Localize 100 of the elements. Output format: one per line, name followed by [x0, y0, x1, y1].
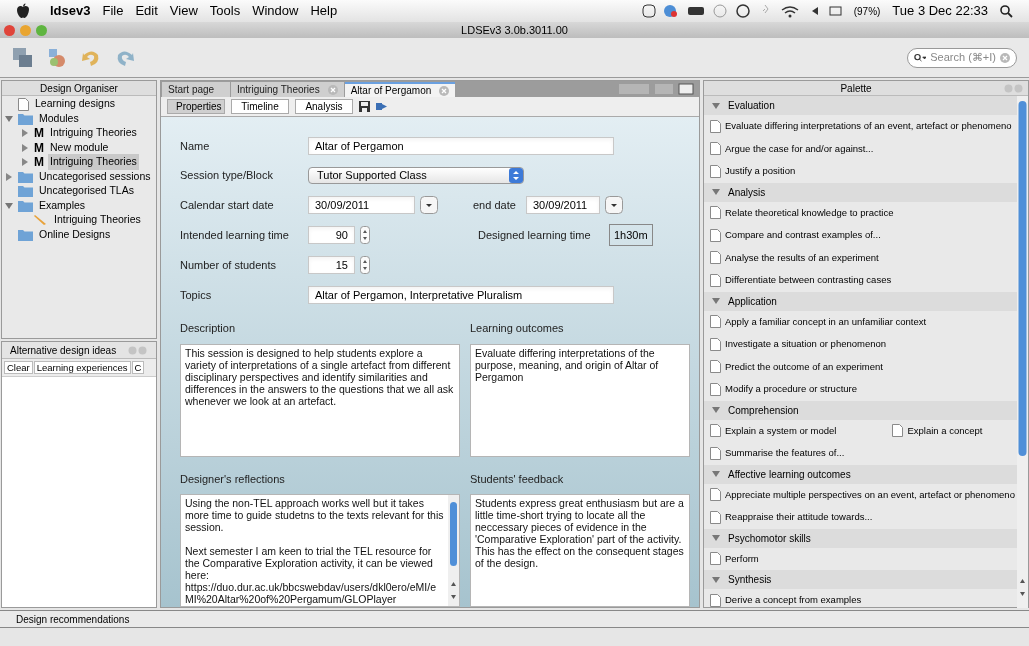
- app-menu[interactable]: ldsev3: [50, 1, 91, 21]
- document-icon: [710, 337, 721, 351]
- text-field[interactable]: Altar of Pergamon: [308, 137, 614, 155]
- close-window-button[interactable]: [4, 24, 15, 36]
- palette-item[interactable]: Investigate a situation or phenomenon: [725, 337, 887, 352]
- menu-item[interactable]: Edit: [135, 1, 158, 21]
- palette-group-header[interactable]: Affective learning outcomes: [704, 464, 1017, 484]
- collapsed-triangle-icon[interactable]: [21, 129, 29, 138]
- palette-group-header[interactable]: Evaluation: [704, 96, 1017, 115]
- number-field[interactable]: 90: [308, 226, 355, 244]
- palette-group-header[interactable]: Comprehension: [704, 400, 1017, 420]
- number-field[interactable]: 15: [308, 256, 355, 274]
- palette-item[interactable]: Modify a procedure or structure: [725, 382, 857, 397]
- view-tab[interactable]: Analysis: [295, 99, 353, 114]
- text-area[interactable]: This session is designed to help students explore a variety of interpretations of a single artefact from different disciplinary perspectives and identify similarities and differences in the answers to the questions that we all ask whenever we look at an artefact.: [181, 344, 459, 456]
- zoom-window-button[interactable]: [36, 24, 47, 36]
- filter-tab[interactable]: Learning experiences: [33, 361, 131, 374]
- document-tab[interactable]: Altar of Pergamon: [344, 82, 456, 97]
- palette-item[interactable]: Justify a position: [725, 164, 796, 179]
- tree-item[interactable]: Intriguing Theories: [48, 154, 139, 171]
- spinner-icon[interactable]: [360, 226, 370, 244]
- status-menu-icons-drawing[interactable]: [641, 4, 842, 18]
- tree-item[interactable]: Modules: [37, 110, 81, 127]
- tree-item[interactable]: Intriguing Theories: [52, 212, 143, 229]
- palette-item[interactable]: Reappraise their attitude towards...: [725, 510, 873, 525]
- menu-item[interactable]: File: [102, 1, 124, 21]
- text-field[interactable]: Altar of Pergamon, Interpretative Pluralism: [308, 286, 614, 304]
- palette-item[interactable]: Evaluate differing interpretations of an event, artefact or phenomeno: [725, 119, 1012, 134]
- menu-item[interactable]: Tools: [209, 1, 241, 21]
- palette-group-header[interactable]: Application: [704, 291, 1017, 311]
- document-tab[interactable]: Start page: [162, 82, 230, 97]
- save-icon[interactable]: [359, 101, 370, 112]
- document-icon: [710, 228, 721, 242]
- palette-group-header[interactable]: Synthesis: [704, 570, 1017, 589]
- view-tab[interactable]: Timeline: [231, 99, 289, 114]
- search-icon[interactable]: [1000, 4, 1013, 18]
- export-icon[interactable]: [376, 102, 387, 111]
- filter-tab[interactable]: Clear: [4, 361, 33, 374]
- menu-clock: Tue 3 Dec 22:33: [892, 2, 988, 21]
- palette-item[interactable]: Predict the outcome of an experiment: [725, 359, 883, 374]
- tab-navigation-icon[interactable]: [619, 83, 695, 95]
- palette-item[interactable]: Relate theoretical knowledge to practice: [725, 205, 894, 220]
- expanded-triangle-icon[interactable]: [712, 575, 720, 584]
- menu-item[interactable]: View: [169, 1, 198, 21]
- palette-group-header[interactable]: Psychomotor skills: [704, 528, 1017, 548]
- windows-icon[interactable]: [12, 46, 34, 69]
- collapsed-triangle-icon[interactable]: [21, 143, 29, 152]
- puzzle-pieces-icon[interactable]: [46, 46, 68, 69]
- expanded-triangle-icon[interactable]: [712, 534, 720, 542]
- text-area[interactable]: Evaluate differing interpretations of the purpose, meaning, and origin of Altar of Pergamon: [471, 344, 689, 456]
- date-field[interactable]: 30/09/2011: [526, 196, 600, 214]
- tree-item[interactable]: Examples: [37, 197, 88, 214]
- apple-icon[interactable]: [16, 3, 30, 19]
- tab-close-icon[interactable]: [439, 85, 450, 96]
- date-field[interactable]: 30/09/2011: [308, 196, 415, 214]
- session-type-dropdown[interactable]: Tutor Supported Class: [308, 167, 524, 184]
- palette-group-header[interactable]: Analysis: [704, 182, 1017, 202]
- palette-item[interactable]: Perform: [725, 551, 759, 566]
- search-field[interactable]: Search (⌘+I): [907, 47, 1017, 68]
- tree-item[interactable]: New module: [48, 139, 111, 156]
- spinner-icon[interactable]: [360, 256, 370, 274]
- menu-item[interactable]: Window: [252, 1, 299, 21]
- tree-item[interactable]: Online Designs: [37, 226, 113, 243]
- scrollbar-drawing[interactable]: [1017, 96, 1028, 608]
- pencil-icon: [34, 214, 48, 227]
- field-label: end date: [473, 197, 517, 213]
- tree-item[interactable]: Uncategorised sessions: [37, 168, 153, 185]
- tab-close-icon[interactable]: [327, 84, 338, 95]
- palette-item[interactable]: Explain a concept: [907, 423, 983, 438]
- date-picker-button[interactable]: [420, 196, 438, 214]
- tree-item[interactable]: Intriguing Theories: [48, 125, 139, 142]
- palette-item[interactable]: Apply a familiar concept in an unfamiliar context: [725, 314, 927, 329]
- menu-item[interactable]: Help: [310, 1, 338, 21]
- date-picker-button[interactable]: [605, 196, 623, 214]
- filter-tab[interactable]: C: [131, 361, 145, 374]
- document-tab[interactable]: Intriguing Theories: [231, 82, 344, 97]
- palette-item[interactable]: Appreciate multiple perspectives on an event, artefact or phenomeno: [725, 487, 1015, 502]
- palette-item[interactable]: Differentiate between contrasting cases: [725, 273, 892, 288]
- scrollbar-drawing[interactable]: [448, 495, 459, 606]
- document-icon: [710, 164, 721, 178]
- expanded-triangle-icon[interactable]: [712, 297, 720, 305]
- collapsed-triangle-icon[interactable]: [21, 158, 29, 167]
- palette-item[interactable]: Derive a concept from examples: [725, 593, 862, 607]
- collapsed-triangle-icon[interactable]: [5, 172, 13, 181]
- palette-item[interactable]: Explain a system or model: [725, 423, 837, 438]
- palette-item[interactable]: Summarise the features of...: [725, 446, 845, 461]
- expanded-triangle-icon[interactable]: [712, 406, 720, 414]
- palette-item[interactable]: Compare and contrast examples of...: [725, 228, 881, 243]
- tree-item[interactable]: Uncategorised TLAs: [37, 183, 136, 200]
- expanded-triangle-icon[interactable]: [712, 188, 720, 196]
- view-tab[interactable]: Properties: [167, 99, 225, 114]
- expanded-triangle-icon[interactable]: [5, 114, 13, 123]
- expanded-triangle-icon[interactable]: [5, 201, 13, 210]
- clear-search-icon[interactable]: [1000, 52, 1010, 63]
- text-area[interactable]: Students express great enthusiasm but are a little time-short trying to locate all the neccessary pieces of evidence in the 'Comparative Exploration' part of the activity. This has the effect on the consequent stages of the design.: [471, 495, 689, 606]
- palette-item[interactable]: Argue the case for and/or against...: [725, 141, 874, 156]
- tree-item[interactable]: Learning designs: [33, 96, 117, 113]
- expanded-triangle-icon[interactable]: [712, 470, 720, 478]
- expanded-triangle-icon[interactable]: [712, 101, 720, 110]
- palette-item[interactable]: Analyse the results of an experiment: [725, 250, 879, 265]
